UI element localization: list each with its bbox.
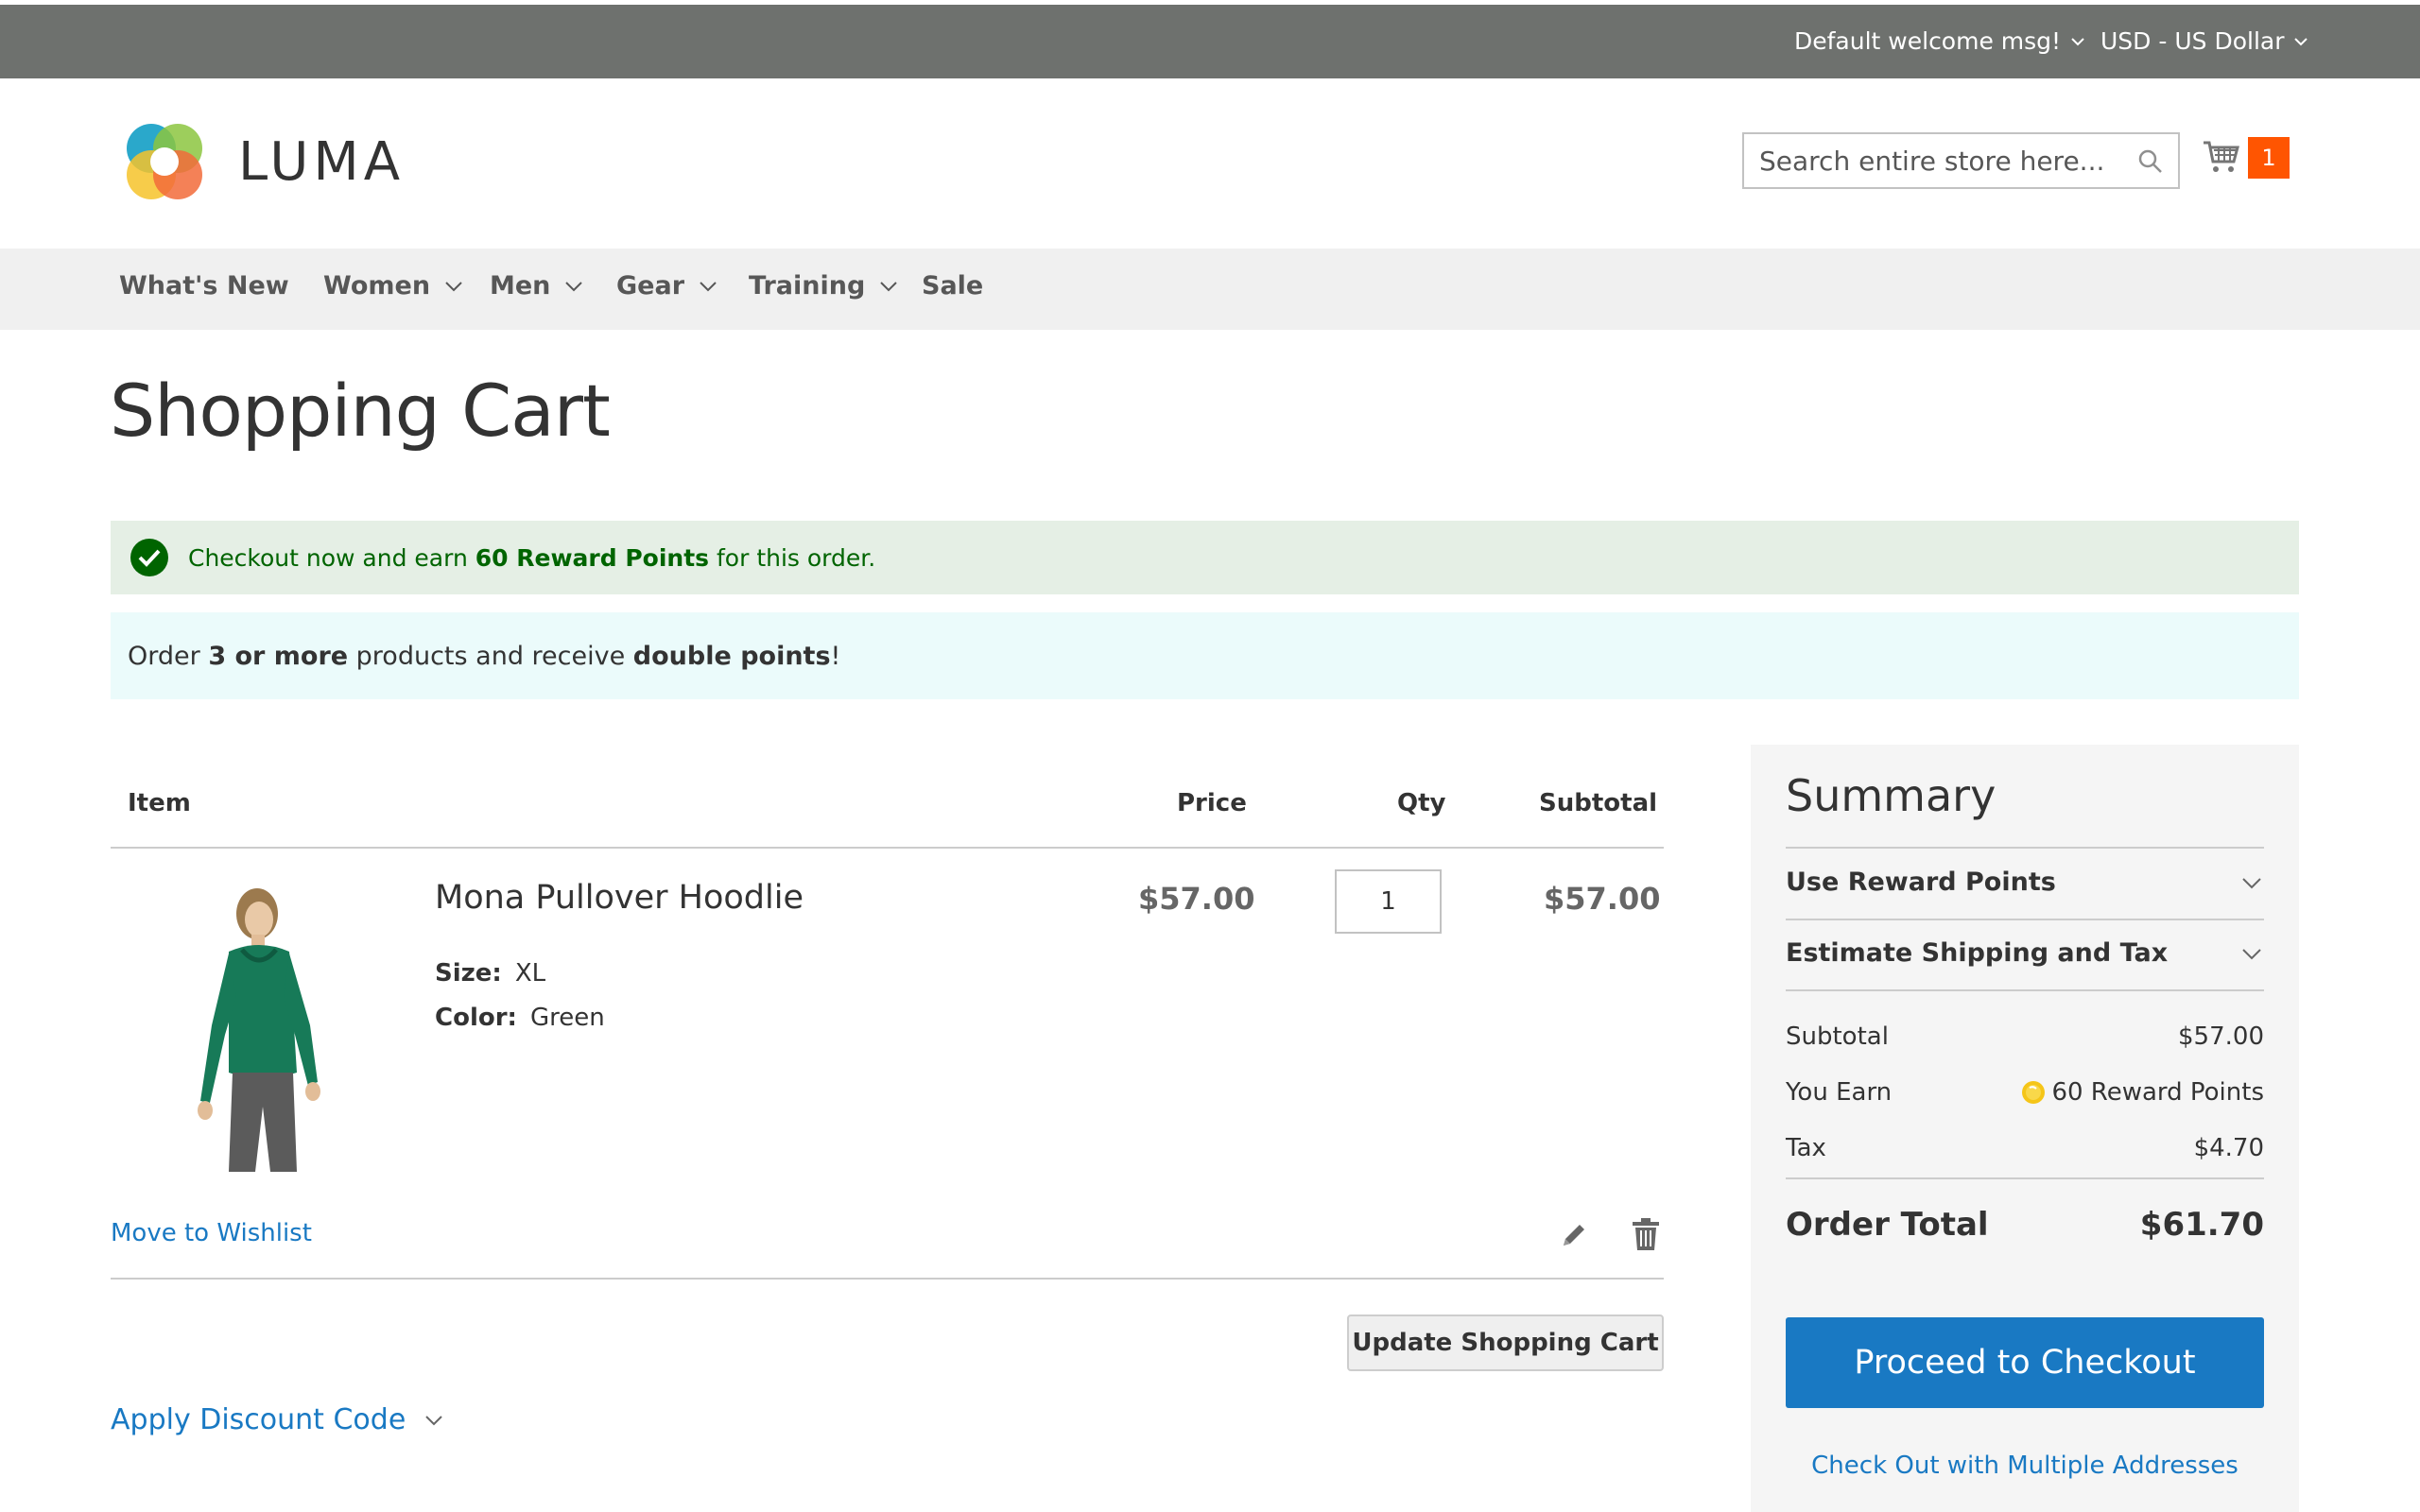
order-summary: Summary Use Reward Points Estimate Shipp… <box>1751 745 2299 1512</box>
qty-input[interactable] <box>1335 869 1442 934</box>
table-divider <box>111 1278 1664 1280</box>
success-suffix: for this order. <box>709 543 876 572</box>
success-prefix: Checkout now and earn <box>188 543 475 572</box>
nav-item-gear[interactable]: Gear <box>616 271 718 301</box>
product-image[interactable] <box>180 884 350 1172</box>
estimate-shipping-label: Estimate Shipping and Tax <box>1786 938 2169 968</box>
store-logo[interactable]: LUMA <box>119 116 405 207</box>
success-message-text: Checkout now and earn 60 Reward Points f… <box>188 544 875 572</box>
chevron-down-icon <box>565 281 583 291</box>
summary-earn-row: You Earn 60 Reward Points <box>1786 1078 2264 1107</box>
nav-item-women[interactable]: Women <box>323 271 464 301</box>
product-name-link[interactable]: Mona Pullover Hoodlie <box>435 879 804 917</box>
success-message: Checkout now and earn 60 Reward Points f… <box>111 521 2299 594</box>
nav-item-label: Women <box>323 271 431 301</box>
trash-icon[interactable] <box>1632 1217 1660 1251</box>
table-divider <box>111 847 1664 849</box>
nav-item-label: What's New <box>119 271 289 301</box>
option-label: Color: <box>435 1004 517 1032</box>
info-message: Order 3 or more products and receive dou… <box>111 612 2299 699</box>
chevron-down-icon <box>2242 877 2261 888</box>
column-header-item: Item <box>128 789 191 817</box>
subtotal-value: $57.00 <box>2178 1022 2264 1051</box>
currency-switcher[interactable]: USD - US Dollar <box>2100 27 2310 55</box>
info-bold2: double points <box>632 641 831 671</box>
reward-coin-icon <box>2022 1081 2046 1104</box>
search-icon[interactable] <box>2136 147 2165 176</box>
cart-count-badge: 1 <box>2248 137 2290 179</box>
luma-logo-icon <box>127 124 202 199</box>
logo-text: LUMA <box>238 130 406 193</box>
proceed-to-checkout-button[interactable]: Proceed to Checkout <box>1786 1317 2264 1408</box>
nav-item-men[interactable]: Men <box>490 271 584 301</box>
success-points: 60 Reward Points <box>475 543 710 572</box>
checkmark-icon <box>130 539 168 576</box>
order-total-label: Order Total <box>1786 1206 1989 1244</box>
nav-item-label: Gear <box>616 271 685 301</box>
nav-item-training[interactable]: Training <box>749 271 899 301</box>
option-value: Green <box>529 1004 605 1032</box>
earn-value-wrap: 60 Reward Points <box>2021 1078 2264 1107</box>
summary-subtotal-row: Subtotal $57.00 <box>1786 1022 2264 1051</box>
search-input[interactable] <box>1759 144 2118 178</box>
estimate-shipping-toggle[interactable]: Estimate Shipping and Tax <box>1786 938 2264 968</box>
nav-item-label: Men <box>490 271 551 301</box>
page-title: Shopping Cart <box>110 369 611 453</box>
move-to-wishlist-link[interactable]: Move to Wishlist <box>111 1219 312 1247</box>
item-price: $57.00 <box>1138 881 1255 917</box>
info-part3: ! <box>830 641 841 671</box>
search-box <box>1742 132 2180 189</box>
use-reward-points-toggle[interactable]: Use Reward Points <box>1786 868 2264 897</box>
apply-discount-toggle[interactable]: Apply Discount Code <box>111 1403 445 1436</box>
use-reward-points-label: Use Reward Points <box>1786 868 2056 897</box>
currency-label: USD - US Dollar <box>2100 27 2285 55</box>
option-value: XL <box>514 959 546 988</box>
update-cart-button[interactable]: Update Shopping Cart <box>1347 1314 1664 1371</box>
item-subtotal: $57.00 <box>1544 881 1661 917</box>
multi-address-checkout-link[interactable]: Check Out with Multiple Addresses <box>1786 1452 2264 1480</box>
chevron-down-icon <box>445 281 462 291</box>
info-message-text: Order 3 or more products and receive dou… <box>128 642 840 671</box>
summary-divider <box>1786 1177 2264 1179</box>
cart-icon <box>2204 141 2239 172</box>
tax-value: $4.70 <box>2193 1134 2264 1162</box>
minicart[interactable]: 1 <box>2203 135 2291 180</box>
chevron-down-icon <box>700 281 717 291</box>
chevron-down-icon <box>425 1415 442 1425</box>
order-total-row: Order Total $61.70 <box>1786 1206 2264 1244</box>
info-part2: products and receive <box>348 641 633 671</box>
chevron-down-icon <box>880 281 897 291</box>
info-part1: Order <box>128 641 209 671</box>
nav-item-label: Sale <box>922 271 984 301</box>
earn-value: 60 Reward Points <box>2051 1078 2264 1107</box>
order-total-value: $61.70 <box>2139 1206 2264 1244</box>
product-option-size: Size: XL <box>435 959 545 988</box>
summary-divider <box>1786 919 2264 920</box>
welcome-label: Default welcome msg! <box>1794 27 2062 55</box>
info-bold1: 3 or more <box>208 641 349 671</box>
subtotal-label: Subtotal <box>1786 1022 1889 1051</box>
summary-tax-row: Tax $4.70 <box>1786 1134 2264 1162</box>
main-nav: What's New Women Men Gear Training Sale <box>0 249 2420 330</box>
column-header-price: Price <box>1177 789 1247 817</box>
summary-divider <box>1786 989 2264 991</box>
apply-discount-label: Apply Discount Code <box>111 1403 406 1436</box>
nav-item-label: Training <box>749 271 866 301</box>
top-bar: Default welcome msg! USD - US Dollar <box>0 5 2420 78</box>
pencil-icon[interactable] <box>1558 1219 1590 1251</box>
tax-label: Tax <box>1786 1134 1826 1162</box>
chevron-down-icon <box>2242 948 2261 959</box>
option-label: Size: <box>435 959 502 988</box>
nav-item-sale[interactable]: Sale <box>922 271 983 301</box>
earn-label: You Earn <box>1786 1078 1893 1107</box>
product-option-color: Color: Green <box>435 1004 605 1032</box>
summary-title: Summary <box>1786 770 1996 821</box>
chevron-down-icon <box>2294 37 2308 45</box>
nav-item-whats-new[interactable]: What's New <box>119 271 289 301</box>
column-header-subtotal: Subtotal <box>1539 789 1658 817</box>
summary-divider <box>1786 847 2264 849</box>
chevron-down-icon <box>2071 37 2084 45</box>
welcome-menu[interactable]: Default welcome msg! <box>1794 27 2087 55</box>
column-header-qty: Qty <box>1397 789 1446 817</box>
